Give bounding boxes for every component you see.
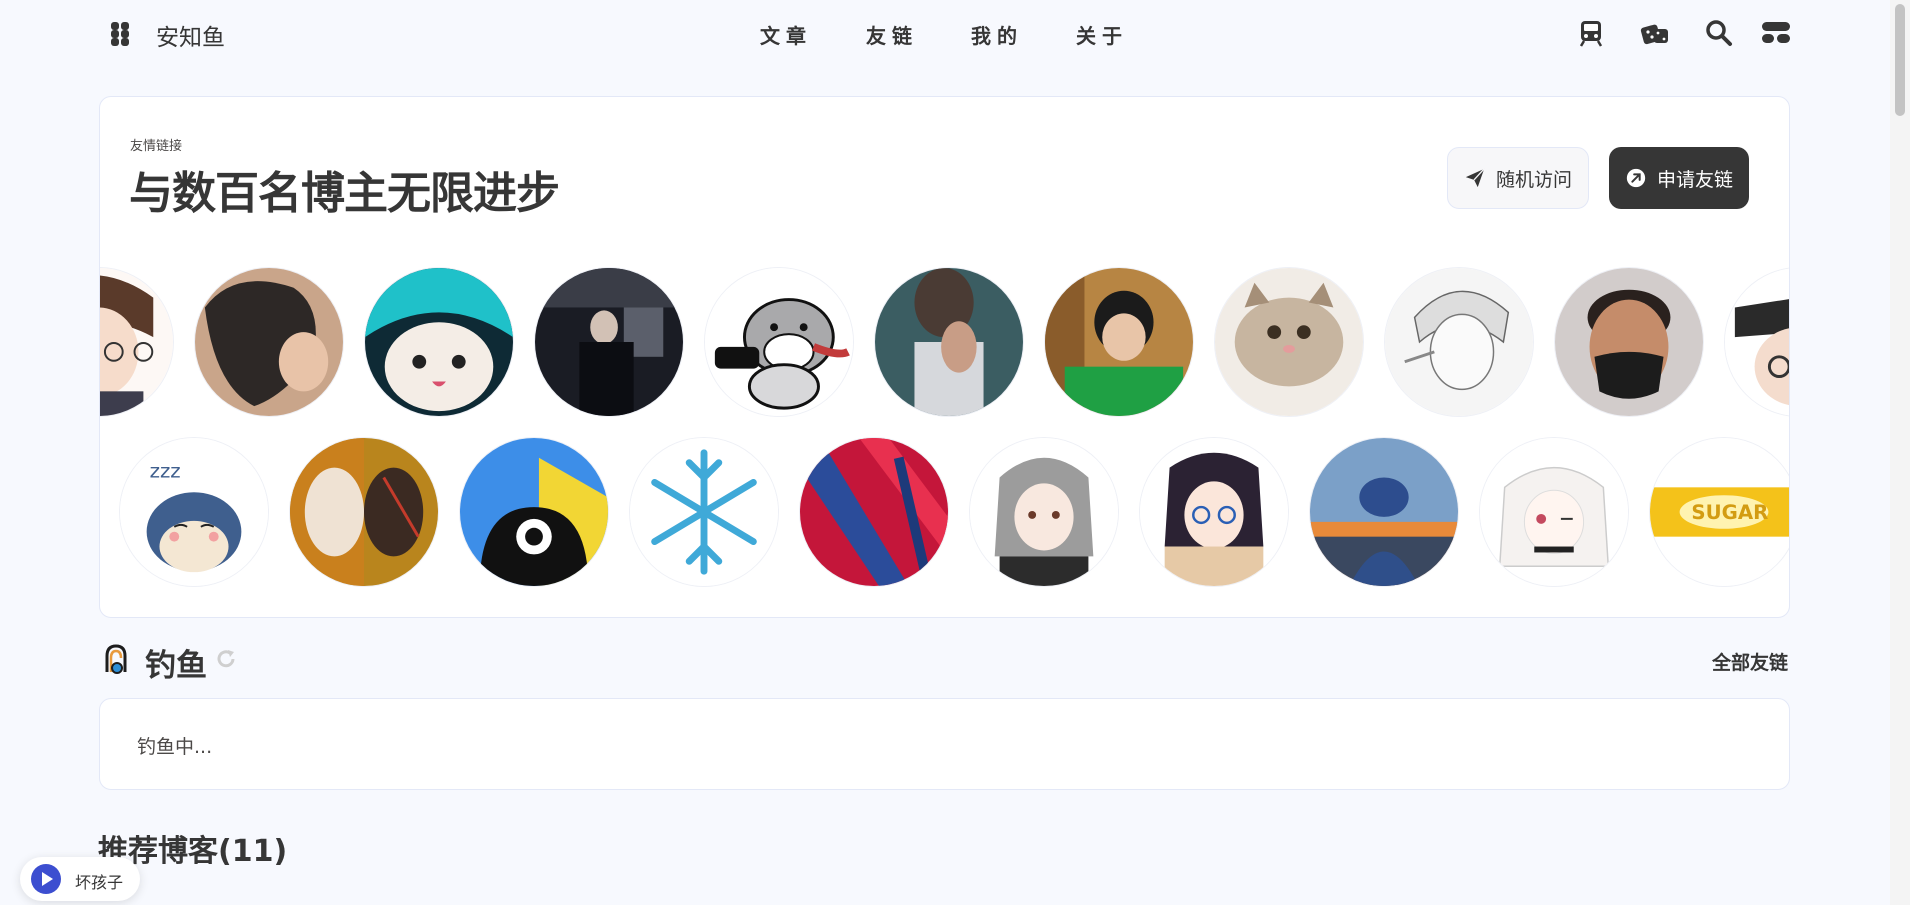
- friend-avatar[interactable]: [1214, 267, 1364, 417]
- friend-avatar[interactable]: [364, 267, 514, 417]
- fishing-hook-icon: [99, 642, 133, 676]
- console-icon[interactable]: [1760, 18, 1790, 48]
- fishing-card: 钓鱼中...: [99, 698, 1790, 790]
- friend-avatar[interactable]: [1554, 267, 1704, 417]
- nav-item-about[interactable]: 关于: [1076, 20, 1128, 49]
- friend-avatar[interactable]: [1479, 437, 1629, 587]
- friend-avatar[interactable]: [194, 267, 344, 417]
- fishing-title: 钓鱼: [145, 648, 207, 684]
- friend-avatar[interactable]: [874, 267, 1024, 417]
- fishing-status: 钓鱼中...: [137, 736, 213, 758]
- friend-avatar[interactable]: [289, 437, 439, 587]
- friend-avatar[interactable]: [1309, 437, 1459, 587]
- avatar-row-1: [100, 267, 1789, 419]
- friend-avatar[interactable]: [629, 437, 779, 587]
- page-scrollbar[interactable]: [1890, 0, 1910, 905]
- apply-friend-link-label: 申请友链: [1656, 168, 1733, 191]
- svg-text:zzz: zzz: [150, 459, 181, 482]
- nav-item-articles[interactable]: 文章: [760, 20, 812, 49]
- music-player[interactable]: 坏孩子: [20, 857, 140, 901]
- friend-avatar[interactable]: [100, 267, 174, 417]
- friend-avatar[interactable]: [1044, 267, 1194, 417]
- avatar-row-2: zzz SUGAR: [100, 437, 1789, 589]
- site-title[interactable]: 安知鱼: [156, 18, 225, 52]
- friend-avatar[interactable]: [1384, 267, 1534, 417]
- random-visit-label: 随机访问: [1495, 168, 1572, 191]
- apply-friend-link-button[interactable]: 申请友链: [1609, 147, 1749, 209]
- friend-avatar[interactable]: [1724, 267, 1789, 417]
- all-friend-links-link[interactable]: 全部友链: [1712, 648, 1788, 675]
- random-visit-button[interactable]: 随机访问: [1447, 147, 1589, 209]
- nav-item-friend-links[interactable]: 友链: [866, 20, 918, 49]
- friend-links-banner: 友情链接 与数百名博主无限进步 随机访问 申请友链 zzz SUGAR: [99, 96, 1790, 618]
- nav-item-mine[interactable]: 我的: [971, 20, 1023, 49]
- top-navbar: 安知鱼 文章 友链 我的 关于: [0, 0, 1890, 68]
- song-title: 坏孩子: [75, 873, 124, 892]
- refresh-icon[interactable]: [214, 647, 238, 671]
- banner-tip: 友情链接: [130, 139, 183, 154]
- svg-text:SUGAR: SUGAR: [1691, 501, 1768, 524]
- friend-avatar[interactable]: [1139, 437, 1289, 587]
- friend-avatar[interactable]: [534, 267, 684, 417]
- play-icon[interactable]: [31, 864, 61, 894]
- friend-avatar[interactable]: [969, 437, 1119, 587]
- banner-title: 与数百名博主无限进步: [129, 168, 560, 219]
- scrollbar-thumb[interactable]: [1895, 4, 1905, 116]
- train-icon[interactable]: [1576, 18, 1606, 48]
- menu-grid-icon[interactable]: [108, 20, 132, 46]
- arrow-up-right-circle-icon: [1626, 168, 1646, 188]
- search-icon[interactable]: [1704, 18, 1734, 48]
- fishing-section-header: 钓鱼 全部友链: [99, 640, 1788, 684]
- friend-avatar[interactable]: [704, 267, 854, 417]
- dice-icon[interactable]: [1640, 18, 1670, 48]
- friend-avatar[interactable]: [459, 437, 609, 587]
- paper-plane-icon: [1465, 168, 1485, 188]
- friend-avatar[interactable]: zzz: [119, 437, 269, 587]
- friend-avatar[interactable]: SUGAR: [1649, 437, 1789, 587]
- friend-avatar[interactable]: [799, 437, 949, 587]
